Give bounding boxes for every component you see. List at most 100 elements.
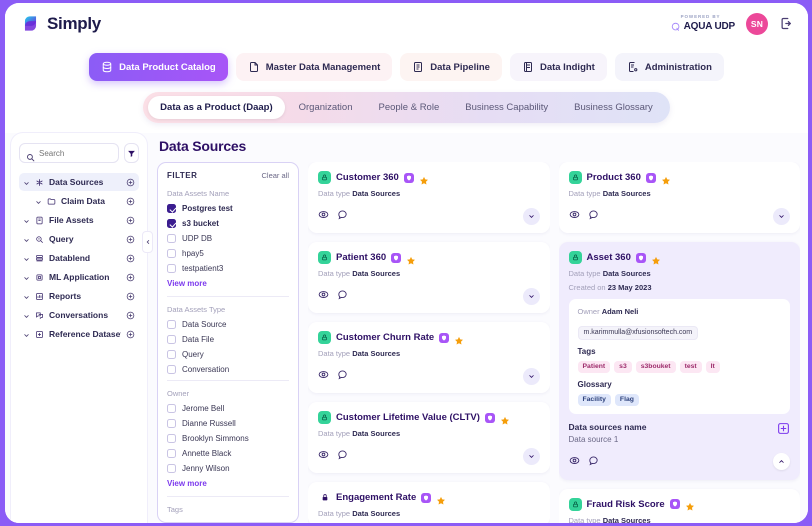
clear-all-button[interactable]: Clear all <box>261 171 289 180</box>
checkbox-icon[interactable] <box>167 264 176 273</box>
comment-icon[interactable] <box>588 453 599 471</box>
checkbox-icon[interactable] <box>167 219 176 228</box>
star-icon[interactable] <box>651 253 661 265</box>
filter-funnel-icon[interactable] <box>124 143 139 163</box>
data-product-card-expanded[interactable]: Asset 360 Data type Data Sources Created… <box>558 242 800 480</box>
data-product-card[interactable]: Customer 360 Data type Data Sources <box>308 162 550 233</box>
search-input[interactable] <box>39 148 113 158</box>
filter-option[interactable]: Data File <box>167 335 289 344</box>
sub-tab-business-glossary[interactable]: Business Glossary <box>562 96 665 119</box>
chevron-up-icon[interactable] <box>773 453 790 470</box>
nav-tab-data-product-catalog[interactable]: Data Product Catalog <box>89 53 228 81</box>
add-icon[interactable] <box>126 197 135 206</box>
search-box[interactable] <box>19 143 120 163</box>
add-icon[interactable] <box>126 330 135 339</box>
star-icon[interactable] <box>406 253 416 265</box>
filter-option[interactable]: Postgres test <box>167 204 289 213</box>
add-icon[interactable] <box>126 311 135 320</box>
star-icon[interactable] <box>685 499 695 511</box>
data-product-card[interactable]: Engagement Rate Data type Data Sources <box>308 482 550 523</box>
star-icon[interactable] <box>661 173 671 185</box>
data-product-card[interactable]: Fraud Risk Score Data type Data Sources <box>558 488 800 523</box>
checkbox-icon[interactable] <box>167 434 176 443</box>
sidebar-item-datablend[interactable]: Datablend <box>19 249 139 267</box>
chevron-down-icon[interactable] <box>522 447 540 465</box>
chevron-down-icon[interactable] <box>522 207 540 225</box>
eye-icon[interactable] <box>318 207 329 225</box>
sub-tab-business-capability[interactable]: Business Capability <box>453 96 560 119</box>
eye-icon[interactable] <box>569 207 580 225</box>
filter-option[interactable]: Data Source <box>167 320 289 329</box>
logout-icon[interactable] <box>779 16 794 31</box>
sidebar-item-conversations[interactable]: Conversations <box>19 306 139 324</box>
checkbox-icon[interactable] <box>167 234 176 243</box>
filter-option[interactable]: Jerome Bell <box>167 404 289 413</box>
filter-option[interactable]: Annette Black <box>167 449 289 458</box>
nav-tab-master-data-management[interactable]: Master Data Management <box>235 53 393 81</box>
checkbox-icon[interactable] <box>167 350 176 359</box>
view-more-button[interactable]: View more <box>167 279 289 288</box>
checkbox-icon[interactable] <box>167 335 176 344</box>
checkbox-icon[interactable] <box>167 449 176 458</box>
sidebar-collapse-handle[interactable] <box>142 231 153 253</box>
checkbox-icon[interactable] <box>167 464 176 473</box>
chevron-down-icon[interactable] <box>773 207 790 225</box>
comment-icon[interactable] <box>337 447 348 465</box>
sub-tab-organization[interactable]: Organization <box>287 96 365 119</box>
eye-icon[interactable] <box>318 447 329 465</box>
sidebar-item-reference-datasets[interactable]: Reference Datasets <box>19 325 139 343</box>
eye-icon[interactable] <box>318 367 329 385</box>
star-icon[interactable] <box>454 333 464 345</box>
checkbox-icon[interactable] <box>167 419 176 428</box>
add-icon[interactable] <box>126 254 135 263</box>
view-more-button[interactable]: View more <box>167 479 289 488</box>
star-icon[interactable] <box>436 493 446 505</box>
comment-icon[interactable] <box>337 367 348 385</box>
add-icon[interactable] <box>126 292 135 301</box>
data-product-card[interactable]: Customer Churn Rate Data type Data Sourc… <box>308 322 550 393</box>
star-icon[interactable] <box>419 173 429 185</box>
chevron-down-icon[interactable] <box>522 367 540 385</box>
dataset-icon[interactable] <box>777 422 790 435</box>
comment-icon[interactable] <box>588 207 599 225</box>
eye-icon[interactable] <box>318 287 329 305</box>
checkbox-icon[interactable] <box>167 365 176 374</box>
nav-tab-data-pipeline[interactable]: Data Pipeline <box>400 53 502 81</box>
filter-option[interactable]: Brooklyn Simmons <box>167 434 289 443</box>
sidebar-item-query[interactable]: Query <box>19 230 139 248</box>
sidebar-item-file-assets[interactable]: File Assets <box>19 211 139 229</box>
filter-option[interactable]: Conversation <box>167 365 289 374</box>
filter-option[interactable]: testpatient3 <box>167 264 289 273</box>
checkbox-icon[interactable] <box>167 404 176 413</box>
nav-tab-data-indight[interactable]: Data Indight <box>509 53 607 81</box>
filter-option[interactable]: Dianne Russell <box>167 419 289 428</box>
filter-option[interactable]: hpay5 <box>167 249 289 258</box>
filter-option[interactable]: Query <box>167 350 289 359</box>
sidebar-item-ml-application[interactable]: ML Application <box>19 268 139 286</box>
data-product-card[interactable]: Customer Lifetime Value (CLTV) Data type… <box>308 402 550 473</box>
data-product-card[interactable]: Patient 360 Data type Data Sources <box>308 242 550 313</box>
add-icon[interactable] <box>126 216 135 225</box>
checkbox-icon[interactable] <box>167 320 176 329</box>
sidebar-item-claim-data[interactable]: Claim Data <box>19 192 139 210</box>
comment-icon[interactable] <box>337 207 348 225</box>
sub-tab-data-as-a-product[interactable]: Data as a Product (Daap) <box>148 96 285 119</box>
checkbox-icon[interactable] <box>167 249 176 258</box>
brand-logo[interactable]: Simply <box>21 14 101 34</box>
avatar[interactable]: SN <box>746 12 768 35</box>
checkbox-icon[interactable] <box>167 204 176 213</box>
add-icon[interactable] <box>126 178 135 187</box>
data-product-card[interactable]: Product 360 Data type Data Sources <box>558 162 800 233</box>
sidebar-item-data-sources[interactable]: Data Sources <box>19 173 139 191</box>
sidebar-item-reports[interactable]: Reports <box>19 287 139 305</box>
add-icon[interactable] <box>126 235 135 244</box>
filter-option[interactable]: UDP DB <box>167 234 289 243</box>
star-icon[interactable] <box>500 413 510 425</box>
eye-icon[interactable] <box>569 453 580 471</box>
add-icon[interactable] <box>126 273 135 282</box>
filter-option[interactable]: Jenny Wilson <box>167 464 289 473</box>
nav-tab-administration[interactable]: Administration <box>614 53 724 81</box>
comment-icon[interactable] <box>337 287 348 305</box>
filter-option[interactable]: s3 bucket <box>167 219 289 228</box>
chevron-down-icon[interactable] <box>522 287 540 305</box>
